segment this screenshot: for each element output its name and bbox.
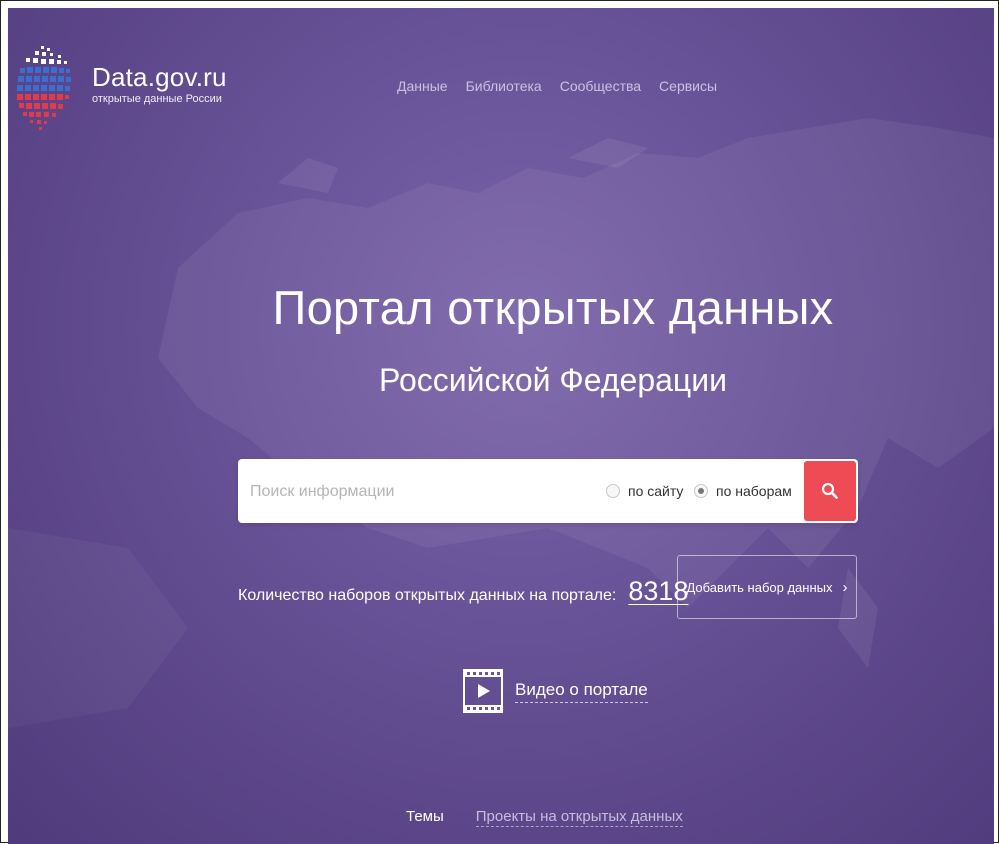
- bottom-tabs: Темы Проекты на открытых данных: [406, 808, 683, 827]
- add-dataset-button[interactable]: Добавить набор данных ›: [677, 555, 857, 619]
- radio-datasets-dot[interactable]: [694, 484, 708, 498]
- chevron-right-icon: ›: [842, 578, 848, 596]
- nav-item-communities[interactable]: Сообщества: [560, 78, 641, 94]
- radio-datasets-label: по наборам: [716, 483, 792, 499]
- add-dataset-label: Добавить набор данных: [686, 579, 833, 595]
- radio-search-datasets[interactable]: по наборам: [694, 483, 792, 499]
- radio-site-label: по сайту: [628, 483, 684, 499]
- site-logo[interactable]: [14, 44, 74, 138]
- radio-search-site[interactable]: по сайту: [606, 483, 683, 499]
- search-bar: по сайту по наборам: [238, 459, 858, 523]
- tab-open-data-projects[interactable]: Проекты на открытых данных: [475, 808, 683, 827]
- tab-topics[interactable]: Темы: [406, 808, 444, 827]
- brand-title[interactable]: Data.gov.ru: [92, 63, 227, 91]
- hero-section: Data.gov.ru открытые данные России Данны…: [8, 8, 994, 844]
- dataset-count-label: Количество наборов открытых данных на по…: [238, 587, 617, 604]
- nav-item-data[interactable]: Данные: [397, 78, 448, 94]
- search-button[interactable]: [804, 461, 856, 521]
- video-link-label[interactable]: Видео о портале: [515, 680, 648, 703]
- dataset-count: Количество наборов открытых данных на по…: [238, 576, 688, 607]
- top-navigation: Данные Библиотека Сообщества Сервисы: [397, 78, 717, 94]
- russia-map-background: [8, 118, 994, 728]
- video-play-icon: [463, 669, 503, 713]
- search-input[interactable]: [248, 475, 592, 509]
- page-title: Портал открытых данных: [272, 281, 834, 334]
- nav-item-services[interactable]: Сервисы: [659, 78, 717, 94]
- radio-site-dot[interactable]: [606, 484, 620, 498]
- nav-item-library[interactable]: Библиотека: [466, 78, 542, 94]
- video-link[interactable]: Видео о портале: [463, 669, 648, 713]
- page-subtitle: Российской Федерации: [379, 362, 727, 398]
- search-icon: [821, 482, 838, 499]
- brand[interactable]: Data.gov.ru открытые данные России: [92, 63, 227, 106]
- brand-subtitle: открытые данные России: [92, 93, 222, 105]
- page-frame: Data.gov.ru открытые данные России Данны…: [0, 0, 999, 844]
